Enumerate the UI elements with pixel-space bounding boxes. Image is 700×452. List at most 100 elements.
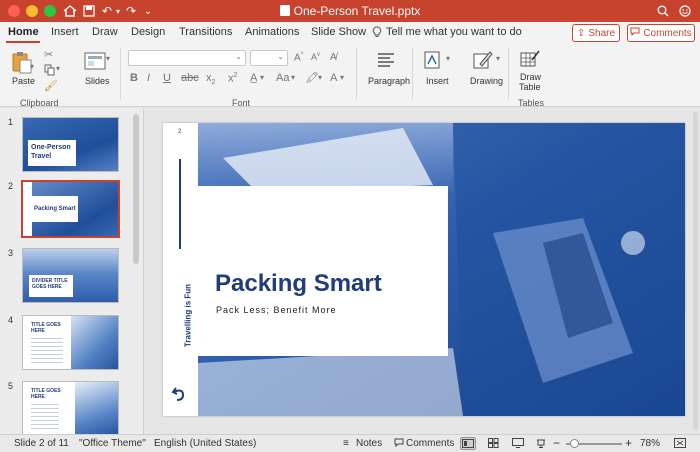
draw-table-label-line2: Table	[519, 82, 541, 92]
thumbnail-photo	[75, 382, 118, 435]
slide-title[interactable]: Packing Smart	[215, 270, 382, 298]
tab-draw[interactable]: Draw	[92, 26, 118, 38]
slide-thumbnail-3[interactable]: DIVIDER TITLE GOES HERE	[22, 248, 119, 303]
language-status[interactable]: English (United States)	[154, 438, 256, 449]
zoom-out-icon[interactable]: −	[553, 436, 560, 450]
theme-status: "Office Theme"	[79, 438, 146, 449]
change-case-icon[interactable]: Aa	[276, 72, 289, 84]
thumbnail-title: DIVIDER TITLE GOES HERE	[32, 278, 68, 290]
clear-formatting-icon[interactable]: A̸	[330, 52, 337, 63]
zoom-slider-thumb[interactable]	[570, 439, 579, 448]
font-name-dropdown-icon: ⌄	[235, 52, 242, 61]
group-label-clipboard: Clipboard	[20, 98, 59, 108]
slide-count-status: Slide 2 of 11	[14, 438, 69, 449]
smiley-icon[interactable]	[678, 3, 692, 19]
underline-icon[interactable]: U	[163, 72, 171, 84]
paragraph-label: Paragraph	[368, 76, 411, 86]
comment-icon	[630, 27, 640, 39]
font-color-icon[interactable]: A	[330, 72, 337, 84]
superscript-icon[interactable]: x2	[228, 72, 237, 85]
active-tab-indicator	[6, 41, 40, 43]
drawing-icon	[473, 51, 493, 69]
current-slide[interactable]: 2 Travelling is Fun Packing Smart Pack L…	[163, 123, 685, 416]
thumbnail-body-text	[31, 338, 63, 364]
tab-design[interactable]: Design	[131, 26, 165, 38]
insert-button[interactable]: Insert	[420, 48, 456, 86]
normal-view-button[interactable]	[460, 437, 476, 450]
slide-show-icon[interactable]	[536, 438, 546, 451]
slide-thumbnail-5[interactable]: TITLE GOES HERE	[22, 381, 119, 436]
thumbnail-photo	[71, 316, 118, 369]
slide-sorter-icon[interactable]	[488, 438, 499, 451]
return-arrow-icon	[171, 387, 185, 401]
tab-home[interactable]: Home	[8, 26, 39, 38]
insert-dropdown-icon[interactable]: ▾	[446, 54, 450, 63]
slide-vertical-text: Travelling is Fun	[183, 283, 193, 348]
increase-font-size-icon[interactable]: A^	[294, 52, 304, 63]
insert-shapes-icon	[424, 51, 440, 69]
zoom-in-icon[interactable]: +	[625, 436, 632, 450]
thumbnail-title: TITLE GOES HERE	[31, 322, 61, 334]
thumbnails-scrollbar[interactable]	[133, 114, 139, 264]
tell-me-search[interactable]: Tell me what you want to do	[386, 26, 522, 38]
thumbnail-number: 5	[8, 381, 14, 391]
draw-table-icon	[520, 50, 540, 67]
slide-thumbnail-4[interactable]: TITLE GOES HERE	[22, 315, 119, 370]
slide-thumbnail-1[interactable]: One-Person Travel	[22, 117, 119, 172]
tab-slide-show[interactable]: Slide Show	[311, 26, 366, 38]
character-spacing-dropdown-icon[interactable]: ▾	[260, 73, 264, 82]
comments-button[interactable]: Comments	[627, 24, 695, 42]
new-slide-icon	[84, 52, 106, 70]
paste-label: Paste	[12, 76, 36, 86]
decrease-font-size-icon[interactable]: Av	[311, 52, 320, 62]
font-size-field[interactable]: ⌄	[250, 50, 288, 66]
zoom-slider[interactable]	[566, 439, 622, 448]
insert-label: Insert	[426, 76, 449, 86]
bold-icon[interactable]: B	[130, 72, 138, 84]
paragraph-button[interactable]: Paragraph	[364, 48, 410, 86]
copy-dropdown-icon[interactable]: ▾	[56, 64, 60, 73]
cut-icon[interactable]: ✂	[44, 48, 53, 61]
draw-table-button[interactable]: Draw Table	[514, 48, 546, 92]
highlight-icon[interactable]: 🖍	[305, 71, 319, 84]
paste-dropdown-icon[interactable]: ▾	[30, 62, 34, 71]
subscript-icon[interactable]: x2	[206, 72, 215, 86]
tab-transitions[interactable]: Transitions	[179, 26, 232, 38]
fit-slide-icon[interactable]	[674, 438, 686, 451]
share-label: Share	[588, 27, 616, 39]
font-size-dropdown-icon: ⌄	[277, 52, 284, 61]
comments-status-button[interactable]: Comments	[406, 438, 454, 449]
character-spacing-icon[interactable]: A̲	[250, 72, 257, 84]
ribbon-home: Paste ▾ ✂ ▾ 🖌 Clipboard Slides ▾ ⌄ ⌄ A^ …	[0, 44, 700, 108]
font-name-field[interactable]: ⌄	[128, 50, 246, 66]
tab-insert[interactable]: Insert	[51, 26, 79, 38]
drawing-label: Drawing	[470, 76, 504, 86]
canvas-scrollbar[interactable]	[693, 112, 698, 430]
notes-button[interactable]: Notes	[356, 438, 382, 449]
search-icon[interactable]	[656, 3, 670, 19]
slides-label: Slides	[85, 76, 110, 86]
share-button[interactable]: ⇪ Share	[572, 24, 620, 42]
document-title-text: One-Person Travel.pptx	[293, 4, 421, 18]
highlight-dropdown-icon[interactable]: ▾	[318, 73, 322, 82]
title-bar: ↶ ▾ ↷ ⌄ One-Person Travel.pptx	[0, 0, 700, 22]
thumbnail-title: Packing Smart	[34, 206, 76, 212]
drawing-dropdown-icon[interactable]: ▾	[496, 54, 500, 63]
thumbnail-title: One-Person Travel	[31, 144, 71, 160]
copy-icon[interactable]	[44, 64, 55, 79]
tab-animations[interactable]: Animations	[245, 26, 299, 38]
zoom-level[interactable]: 78%	[640, 438, 660, 449]
format-painter-icon[interactable]: 🖌	[44, 79, 58, 92]
italic-icon[interactable]: I	[147, 72, 150, 84]
slides-dropdown-icon[interactable]: ▾	[106, 54, 110, 63]
document-title: One-Person Travel.pptx	[0, 4, 700, 18]
slide-page-number: 2	[178, 129, 182, 135]
change-case-dropdown-icon[interactable]: ▾	[291, 73, 295, 82]
comments-status-icon	[394, 438, 404, 450]
font-color-dropdown-icon[interactable]: ▾	[340, 73, 344, 82]
slide-thumbnail-2[interactable]: Packing Smart	[21, 180, 120, 238]
draw-table-label-line1: Draw	[520, 72, 542, 82]
slide-subtitle[interactable]: Pack Less; Benefit More	[216, 305, 337, 315]
strikethrough-icon[interactable]: abc	[181, 72, 199, 84]
reading-view-icon[interactable]	[512, 438, 524, 451]
